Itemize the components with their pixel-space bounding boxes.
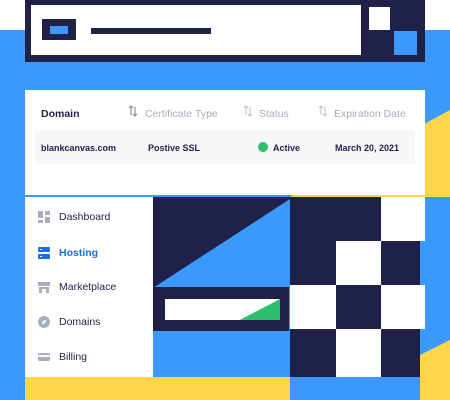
column-header-expiration-date[interactable]: Expiration Date	[334, 108, 406, 120]
sidebar-item-marketplace[interactable]: Marketplace	[38, 277, 116, 297]
status-dot-icon	[258, 142, 268, 152]
checker-square	[381, 197, 425, 241]
logo-square-icon	[42, 19, 76, 40]
column-header-status[interactable]: Status	[259, 108, 289, 120]
sort-icon[interactable]	[128, 104, 138, 118]
sidebar-item-label: Marketplace	[59, 281, 117, 293]
address-text-placeholder	[91, 28, 211, 34]
column-header-domain[interactable]: Domain	[41, 108, 80, 120]
cell-status: Active	[273, 143, 301, 153]
checker-square	[290, 285, 336, 329]
sidebar-item-dashboard[interactable]: Dashboard	[38, 207, 110, 227]
progress-fill-shape	[239, 299, 280, 320]
sidebar-item-label: Dashboard	[59, 211, 111, 223]
checker-square	[336, 329, 381, 377]
checker-square	[336, 241, 381, 285]
server-icon	[38, 247, 50, 259]
sort-icon[interactable]	[318, 104, 328, 118]
checker-square	[381, 285, 425, 329]
sidebar-item-domains[interactable]: Domains	[38, 312, 100, 332]
progress-bar	[165, 299, 280, 320]
card-icon	[38, 353, 50, 361]
sidebar-item-billing[interactable]: Billing	[38, 347, 87, 367]
window-control-square	[369, 7, 390, 30]
sort-icon[interactable]	[243, 104, 253, 118]
cell-domain: blankcanvas.com	[41, 143, 117, 153]
sidebar-item-label: Billing	[59, 351, 88, 363]
dashboard-grid-icon	[38, 211, 50, 223]
window-control-square	[394, 31, 417, 55]
cell-certificate-type: Postive SSL	[148, 143, 201, 153]
progress-fill	[239, 299, 280, 320]
yellow-stripe-bottom	[25, 377, 290, 400]
sidebar-item-label: Hosting	[59, 247, 99, 259]
compass-icon	[38, 316, 50, 328]
store-icon	[38, 282, 50, 293]
cell-expiration-date: March 20, 2021	[335, 143, 400, 153]
sidebar-item-hosting[interactable]: Hosting	[38, 243, 98, 263]
sidebar-item-label: Domains	[59, 316, 101, 328]
column-header-certificate-type[interactable]: Certificate Type	[145, 108, 218, 120]
